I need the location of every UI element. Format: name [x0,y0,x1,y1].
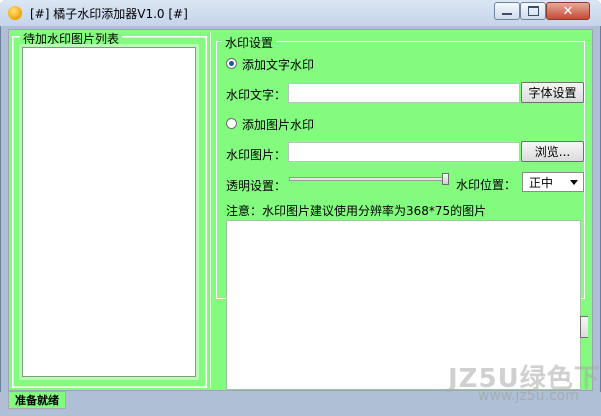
watermark-text-input[interactable] [288,83,520,103]
position-label: 水印位置： [456,178,517,192]
maximize-button[interactable] [520,2,546,20]
transparency-slider-track[interactable] [289,177,449,181]
minimize-button[interactable] [494,2,520,20]
position-select-value: 正中 [529,175,554,190]
font-settings-button[interactable]: 字体设置 [521,82,584,103]
orange-app-icon [8,6,22,20]
text-watermark-label[interactable]: 添加文字水印 [242,56,314,73]
image-watermark-radio[interactable] [226,118,237,129]
image-list-title: 待加水印图片列表 [20,30,123,47]
site-watermark-url: www.jz5u.com [478,388,579,404]
transparency-label: 透明设置： [226,179,287,193]
watermark-settings-title: 水印设置 [222,34,277,51]
watermark-image-input[interactable] [288,142,520,162]
image-watermark-label[interactable]: 添加图片水印 [242,116,314,133]
window-title: [#] 橘子水印添加器V1.0 [#] [30,7,188,21]
hidden-action-button[interactable] [580,316,588,338]
close-icon: ✕ [562,3,574,19]
notice-text: 注意：水印图片建议使用分辨率为368*75的图片 [226,204,487,218]
status-text: 准备就绪 [8,391,66,409]
chevron-down-icon [570,180,578,185]
panel-splitter[interactable] [209,32,211,388]
close-button[interactable]: ✕ [546,2,590,20]
watermark-text-label: 水印文字： [226,88,287,102]
transparency-slider-thumb[interactable] [442,173,449,185]
maximize-icon [527,6,539,16]
position-select[interactable]: 正中 [522,172,584,192]
image-list-box[interactable] [19,44,199,380]
text-watermark-radio[interactable] [226,58,237,69]
watermark-image-label: 水印图片： [226,148,287,162]
browse-button[interactable]: 浏览... [521,141,584,162]
radio-selected-dot [229,61,234,66]
minimize-icon [502,13,512,15]
